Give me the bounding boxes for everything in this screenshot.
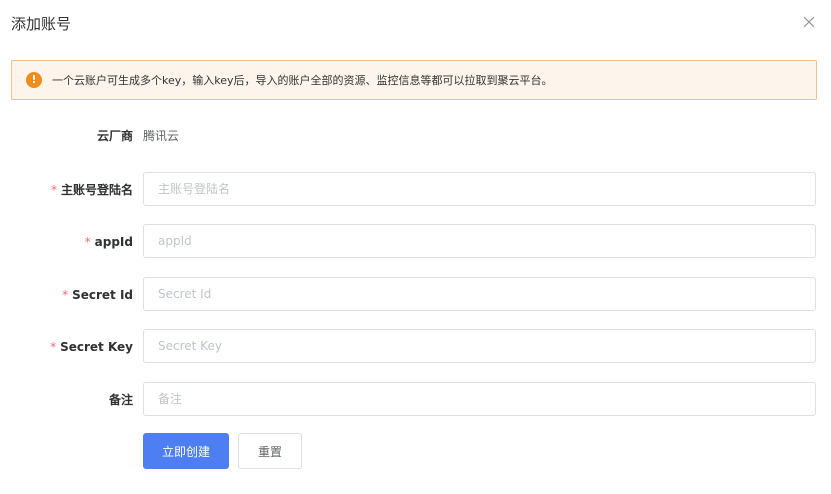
form-row-main-account: * 主账号登陆名 xyxy=(0,172,831,208)
close-icon xyxy=(803,16,815,28)
form-row-provider: 云厂商 腾讯云 xyxy=(0,118,831,154)
app-id-input[interactable] xyxy=(143,224,816,258)
form-row-remark: 备注 xyxy=(0,382,831,418)
app-id-label: * appId xyxy=(84,235,133,249)
required-mark: * xyxy=(84,235,91,249)
main-account-input[interactable] xyxy=(143,172,816,206)
provider-label: 云厂商 xyxy=(96,129,133,143)
secret-id-input[interactable] xyxy=(143,277,816,311)
form-row-app-id: * appId xyxy=(0,224,831,260)
required-mark: * xyxy=(50,183,57,197)
main-account-label: * 主账号登陆名 xyxy=(50,183,133,197)
remark-input[interactable] xyxy=(143,382,816,416)
secret-key-input[interactable] xyxy=(143,329,816,363)
required-mark: * xyxy=(62,288,69,302)
add-account-dialog: 添加账号 ! 一个云账户可生成多个key，输入key后，导入的账户全部的资源、监… xyxy=(0,0,831,494)
secret-key-label: * Secret Key xyxy=(50,340,133,354)
reset-button[interactable]: 重置 xyxy=(238,433,302,469)
required-mark: * xyxy=(50,340,57,354)
close-button[interactable] xyxy=(799,12,819,32)
form-row-secret-key: * Secret Key xyxy=(0,329,831,365)
create-button[interactable]: 立即创建 xyxy=(143,433,229,469)
remark-label: 备注 xyxy=(108,393,133,407)
secret-id-label: * Secret Id xyxy=(62,288,133,302)
dialog-title: 添加账号 xyxy=(11,15,72,33)
warning-icon: ! xyxy=(26,72,42,88)
info-alert: ! 一个云账户可生成多个key，输入key后，导入的账户全部的资源、监控信息等都… xyxy=(11,60,817,100)
provider-value: 腾讯云 xyxy=(143,129,180,143)
form-row-secret-id: * Secret Id xyxy=(0,277,831,313)
alert-text: 一个云账户可生成多个key，输入key后，导入的账户全部的资源、监控信息等都可以… xyxy=(52,74,553,87)
